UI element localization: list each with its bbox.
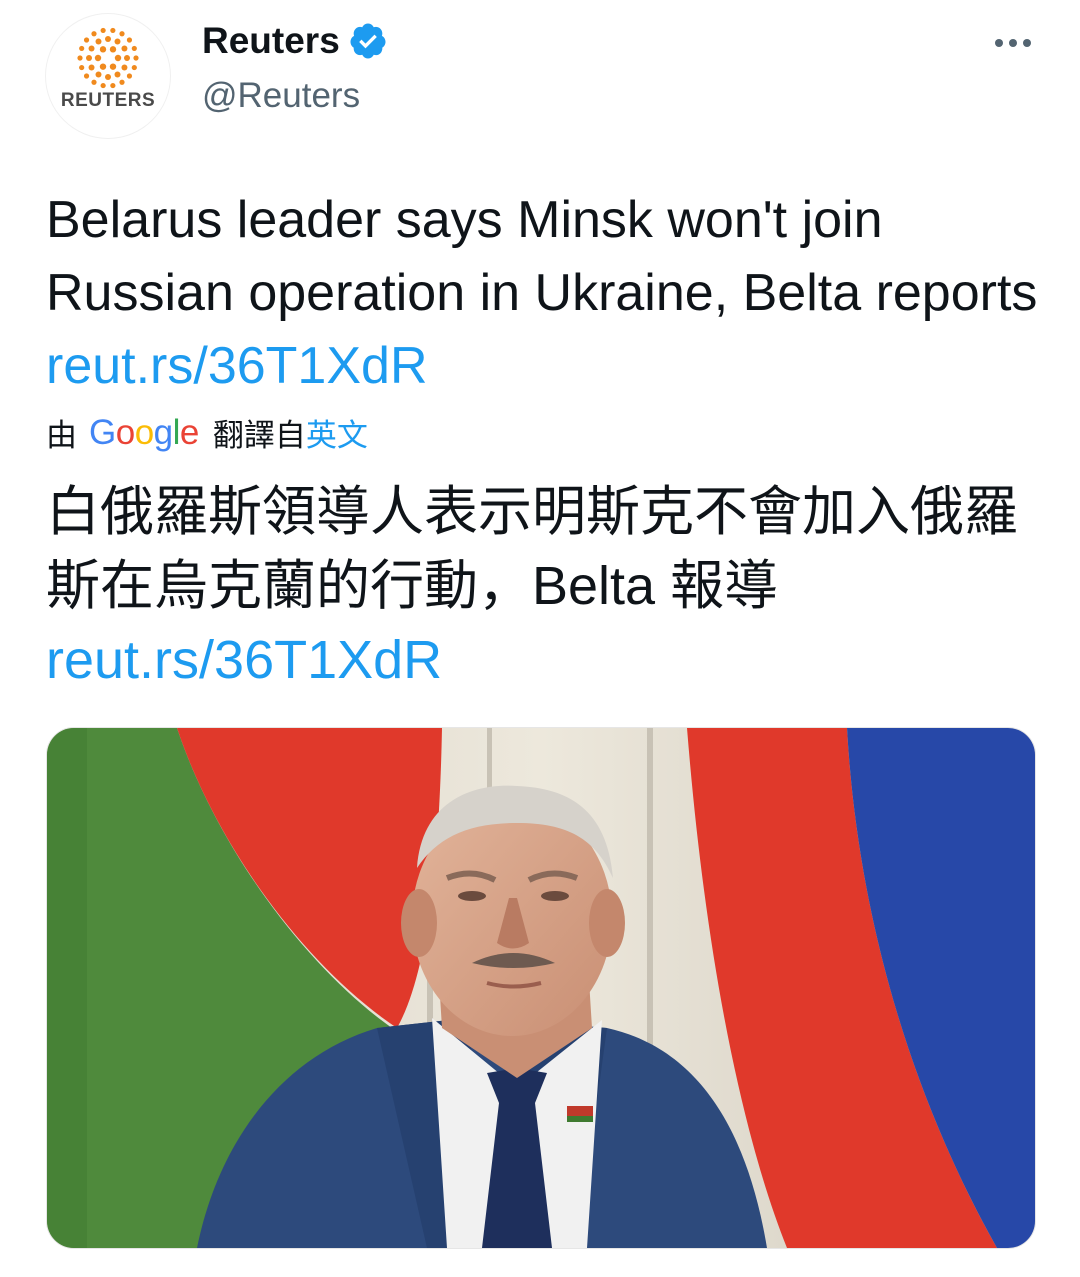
translation-suffix: 翻譯自 bbox=[212, 418, 306, 453]
author-handle[interactable]: @Reuters bbox=[202, 76, 360, 116]
more-options-icon[interactable] bbox=[990, 20, 1036, 66]
translated-text: 白俄羅斯領導人表示明斯克不會加入俄羅斯在烏克蘭的行動，Belta 報導 reut.… bbox=[46, 475, 1056, 697]
tweet-photo[interactable] bbox=[46, 727, 1036, 1249]
profile-avatar[interactable]: REUTERS bbox=[46, 14, 170, 138]
tweet-text: Belarus leader says Minsk won't join Rus… bbox=[46, 184, 1046, 403]
tweet-body: Belarus leader says Minsk won't join Rus… bbox=[46, 191, 1038, 322]
source-language-link[interactable]: 英文 bbox=[306, 410, 368, 455]
google-logo: Google bbox=[89, 412, 199, 452]
avatar-wordmark: REUTERS bbox=[60, 90, 156, 111]
photo-lukashenko-flags bbox=[47, 728, 1035, 1248]
translated-link[interactable]: reut.rs/36T1XdR bbox=[46, 630, 442, 690]
translation-prefix: 由 bbox=[46, 418, 77, 453]
author-name-row[interactable]: Reuters bbox=[202, 20, 388, 62]
verified-badge-icon bbox=[350, 23, 386, 59]
translation-attribution: 由 Google 翻譯自 英文 bbox=[46, 410, 368, 455]
tweet-link[interactable]: reut.rs/36T1XdR bbox=[46, 337, 428, 395]
display-name[interactable]: Reuters bbox=[202, 20, 340, 62]
reuters-logo-icon bbox=[77, 27, 139, 89]
translated-body: 白俄羅斯領導人表示明斯克不會加入俄羅斯在烏克蘭的行動，Belta 報導 bbox=[46, 482, 1018, 616]
